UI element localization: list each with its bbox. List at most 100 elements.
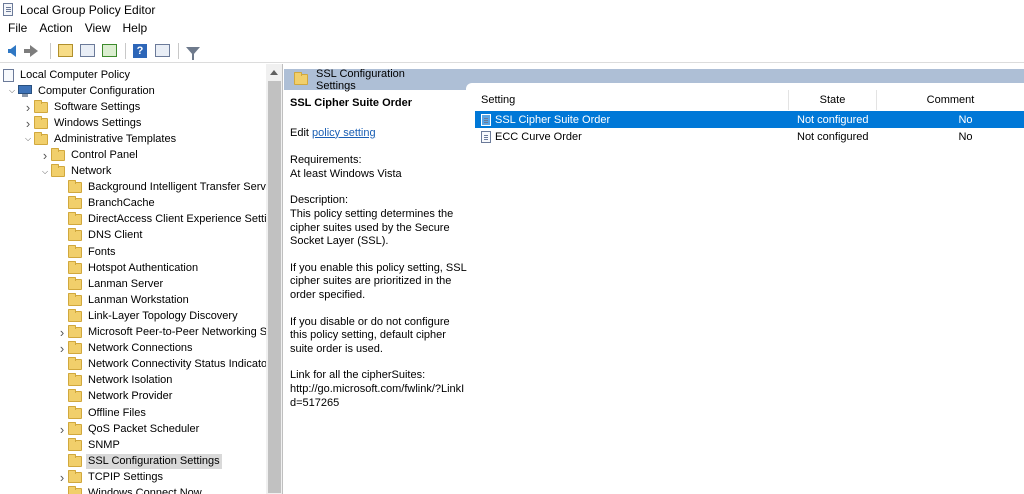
tree-item[interactable]: › Control Panel bbox=[0, 147, 266, 163]
column-header-comment[interactable]: Comment bbox=[877, 90, 1024, 110]
setting-row[interactable]: ECC Curve Order Not configured No bbox=[475, 128, 1024, 145]
description-paragraph: If you enable this policy setting, SSL c… bbox=[290, 261, 467, 301]
folder-icon bbox=[68, 453, 82, 467]
setting-name-cell: ECC Curve Order bbox=[475, 130, 789, 143]
export-list-icon bbox=[101, 44, 117, 57]
chevron-down-icon[interactable]: ⌵ bbox=[39, 166, 51, 178]
menu-file[interactable]: File bbox=[2, 19, 33, 38]
tree-item[interactable]: BranchCache bbox=[0, 196, 266, 212]
tree-item-label: Control Panel bbox=[71, 149, 138, 162]
chevron-right-icon[interactable]: › bbox=[56, 341, 68, 356]
setting-comment: No bbox=[958, 130, 973, 143]
tree-item[interactable]: Hotspot Authentication bbox=[0, 260, 266, 276]
tree-item[interactable]: Fonts bbox=[0, 244, 266, 260]
chevron-right-icon[interactable]: › bbox=[22, 100, 34, 115]
folder-icon bbox=[294, 72, 308, 85]
folder-icon bbox=[34, 115, 48, 129]
chevron-right-icon[interactable]: › bbox=[56, 422, 68, 437]
tree-item[interactable]: Lanman Workstation bbox=[0, 292, 266, 308]
chevron-right-icon[interactable]: › bbox=[22, 116, 34, 131]
chevron-right-icon[interactable]: › bbox=[56, 470, 68, 485]
tree-item[interactable]: DNS Client bbox=[0, 228, 266, 244]
tree-item[interactable]: Background Intelligent Transfer Servic bbox=[0, 180, 266, 196]
tree-item[interactable]: › Network Connections bbox=[0, 341, 266, 357]
tree-item[interactable]: Windows Connect Now bbox=[0, 485, 266, 494]
tree-scrollbar[interactable] bbox=[266, 64, 282, 494]
properties-button[interactable] bbox=[152, 41, 172, 61]
tree-item[interactable]: Lanman Server bbox=[0, 276, 266, 292]
scrollbar-thumb[interactable] bbox=[268, 81, 281, 493]
tree-item-label: Network Provider bbox=[88, 390, 173, 403]
chevron-down-icon[interactable]: ⌵ bbox=[6, 85, 18, 97]
tree-item[interactable]: Offline Files bbox=[0, 405, 266, 421]
folder-icon bbox=[68, 389, 82, 403]
folder-icon bbox=[68, 373, 82, 387]
tree-item[interactable]: ⌵ Computer Configuration bbox=[0, 83, 266, 99]
column-header-state[interactable]: State bbox=[789, 90, 877, 110]
tree-item[interactable]: › TCPIP Settings bbox=[0, 469, 266, 485]
computer-icon bbox=[18, 85, 32, 98]
folder-icon bbox=[68, 308, 82, 322]
back-arrow-icon bbox=[8, 44, 16, 57]
folder-icon bbox=[34, 131, 48, 145]
tree-item-label: Lanman Workstation bbox=[88, 293, 189, 306]
folder-icon bbox=[68, 421, 82, 435]
toolbar-separator bbox=[178, 42, 179, 59]
setting-comment: No bbox=[958, 113, 973, 126]
description-paragraph: If you disable or do not configure this … bbox=[290, 315, 450, 355]
toolbar-separator bbox=[50, 42, 51, 59]
tree-item-label: QoS Packet Scheduler bbox=[88, 422, 200, 435]
tree-item[interactable]: SSL Configuration Settings bbox=[0, 453, 266, 469]
filter-button[interactable] bbox=[183, 41, 203, 61]
tree-item[interactable]: Local Computer Policy bbox=[0, 67, 266, 83]
title-bar: Local Group Policy Editor bbox=[0, 0, 1024, 19]
tree-item[interactable]: › Software Settings bbox=[0, 99, 266, 115]
tree-item[interactable]: Network Isolation bbox=[0, 373, 266, 389]
tree-item[interactable]: Link-Layer Topology Discovery bbox=[0, 308, 266, 324]
tree-item[interactable]: Network Provider bbox=[0, 389, 266, 405]
tree-item[interactable]: DirectAccess Client Experience Setting bbox=[0, 212, 266, 228]
up-one-level-button[interactable] bbox=[55, 41, 75, 61]
menu-help[interactable]: Help bbox=[117, 19, 154, 38]
folder-icon bbox=[51, 164, 65, 178]
tree-item[interactable]: › Windows Settings bbox=[0, 115, 266, 131]
folder-icon bbox=[68, 260, 82, 274]
menu-view[interactable]: View bbox=[79, 19, 117, 38]
properties-icon bbox=[154, 44, 170, 57]
show-hide-tree-button[interactable] bbox=[77, 41, 97, 61]
tree-item-label: DirectAccess Client Experience Setting bbox=[88, 213, 266, 226]
tree-item[interactable]: SNMP bbox=[0, 437, 266, 453]
menu-bar: File Action View Help bbox=[0, 19, 1024, 38]
help-button[interactable]: ? bbox=[130, 41, 150, 61]
forward-arrow-icon bbox=[24, 44, 38, 57]
chevron-down-icon[interactable]: ⌵ bbox=[22, 133, 34, 145]
chevron-right-icon[interactable]: › bbox=[39, 148, 51, 163]
help-icon: ? bbox=[133, 43, 147, 58]
content-header-title: SSL Configuration Settings bbox=[316, 67, 405, 92]
policy-setting-icon bbox=[481, 113, 491, 126]
policy-setting-link[interactable]: policy setting bbox=[312, 127, 376, 139]
tree-item-label: Offline Files bbox=[88, 406, 146, 419]
setting-name: SSL Cipher Suite Order bbox=[495, 113, 611, 126]
scroll-up-arrow-icon[interactable] bbox=[270, 70, 278, 75]
tree-item[interactable]: ⌵ Administrative Templates bbox=[0, 131, 266, 147]
setting-row[interactable]: SSL Cipher Suite Order Not configured No bbox=[475, 111, 1024, 128]
tree-item-label: Computer Configuration bbox=[38, 84, 155, 97]
tree-item[interactable]: › QoS Packet Scheduler bbox=[0, 421, 266, 437]
menu-action[interactable]: Action bbox=[33, 19, 78, 38]
export-list-button[interactable] bbox=[99, 41, 119, 61]
forward-button[interactable] bbox=[24, 41, 44, 61]
tree-item-label: Microsoft Peer-to-Peer Networking S bbox=[88, 326, 266, 339]
tree-item[interactable]: › Microsoft Peer-to-Peer Networking S bbox=[0, 325, 266, 341]
chevron-right-icon[interactable]: › bbox=[56, 325, 68, 340]
back-button[interactable] bbox=[2, 41, 22, 61]
tree-item[interactable]: ⌵ Network bbox=[0, 164, 266, 180]
setting-state: Not configured bbox=[797, 130, 869, 143]
column-header-setting[interactable]: Setting bbox=[475, 90, 789, 110]
tree-item[interactable]: Network Connectivity Status Indicato bbox=[0, 357, 266, 373]
